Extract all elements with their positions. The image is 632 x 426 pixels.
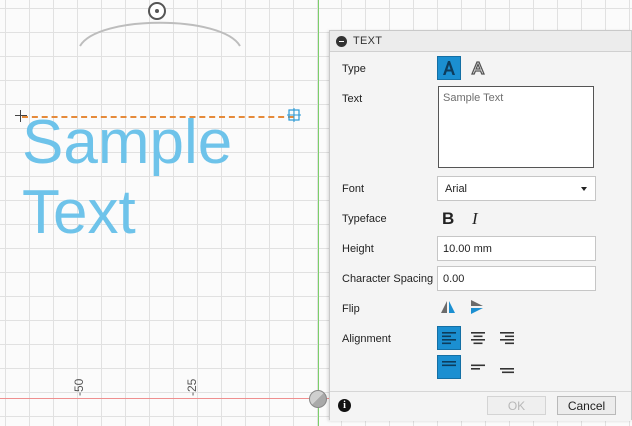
align-center-button[interactable] bbox=[466, 326, 490, 350]
cancel-button[interactable]: Cancel bbox=[557, 396, 616, 415]
ok-button[interactable]: OK bbox=[487, 396, 546, 415]
alignment-label: Alignment bbox=[342, 333, 391, 345]
sketch-text-line-2: Text bbox=[22, 178, 136, 247]
collapse-icon[interactable] bbox=[336, 35, 347, 47]
flip-vertical-icon[interactable] bbox=[469, 299, 485, 315]
height-label: Height bbox=[342, 243, 374, 255]
character-spacing-input[interactable] bbox=[437, 266, 596, 291]
resize-handle-icon[interactable] bbox=[287, 108, 301, 122]
align-middle-icon bbox=[471, 364, 485, 370]
text-type-icon bbox=[443, 61, 455, 75]
font-label: Font bbox=[342, 183, 365, 195]
align-right-icon bbox=[500, 332, 514, 345]
rotation-arc bbox=[79, 21, 241, 47]
bold-button[interactable]: B bbox=[442, 209, 454, 229]
rotate-handle-icon[interactable] bbox=[148, 2, 166, 20]
align-bottom-icon bbox=[500, 368, 514, 374]
character-spacing-label: Character Spacing bbox=[342, 273, 434, 285]
flip-label: Flip bbox=[342, 303, 360, 315]
align-top-icon bbox=[442, 361, 456, 367]
align-center-icon bbox=[471, 332, 485, 345]
ruler-label-minus-50: -50 bbox=[72, 378, 86, 396]
height-input[interactable] bbox=[437, 236, 596, 261]
align-right-button[interactable] bbox=[495, 326, 519, 350]
info-icon[interactable]: i bbox=[338, 399, 351, 412]
align-middle-button[interactable] bbox=[466, 355, 490, 379]
type-label: Type bbox=[342, 63, 366, 75]
ruler-label-minus-25: -25 bbox=[185, 378, 199, 396]
y-axis-line bbox=[318, 0, 319, 426]
align-bottom-button[interactable] bbox=[495, 355, 519, 379]
text-label: Text bbox=[342, 93, 363, 105]
text-input[interactable] bbox=[438, 86, 594, 168]
dialog-header[interactable]: TEXT bbox=[330, 31, 631, 52]
origin-point-icon[interactable] bbox=[309, 390, 327, 408]
sketch-text-preview[interactable]: Sample Text bbox=[22, 108, 232, 248]
type-text-button[interactable] bbox=[437, 56, 461, 80]
dialog-footer: i OK Cancel bbox=[330, 391, 631, 421]
type-text-on-path-button[interactable] bbox=[466, 56, 490, 80]
sketch-text-line-1: Sample bbox=[22, 108, 233, 177]
typeface-label: Typeface bbox=[342, 213, 387, 225]
flip-horizontal-icon[interactable] bbox=[440, 299, 456, 315]
dialog-title: TEXT bbox=[353, 35, 383, 47]
text-dialog: TEXT Type Text Font Arial Typeface B I H… bbox=[329, 30, 632, 421]
chevron-down-icon bbox=[581, 187, 587, 191]
align-left-icon bbox=[442, 332, 456, 345]
align-top-button[interactable] bbox=[437, 355, 461, 379]
font-select-value: Arial bbox=[445, 182, 468, 195]
align-left-button[interactable] bbox=[437, 326, 461, 350]
font-select[interactable]: Arial bbox=[437, 176, 596, 201]
text-on-path-icon bbox=[471, 61, 485, 75]
italic-button[interactable]: I bbox=[472, 209, 478, 229]
